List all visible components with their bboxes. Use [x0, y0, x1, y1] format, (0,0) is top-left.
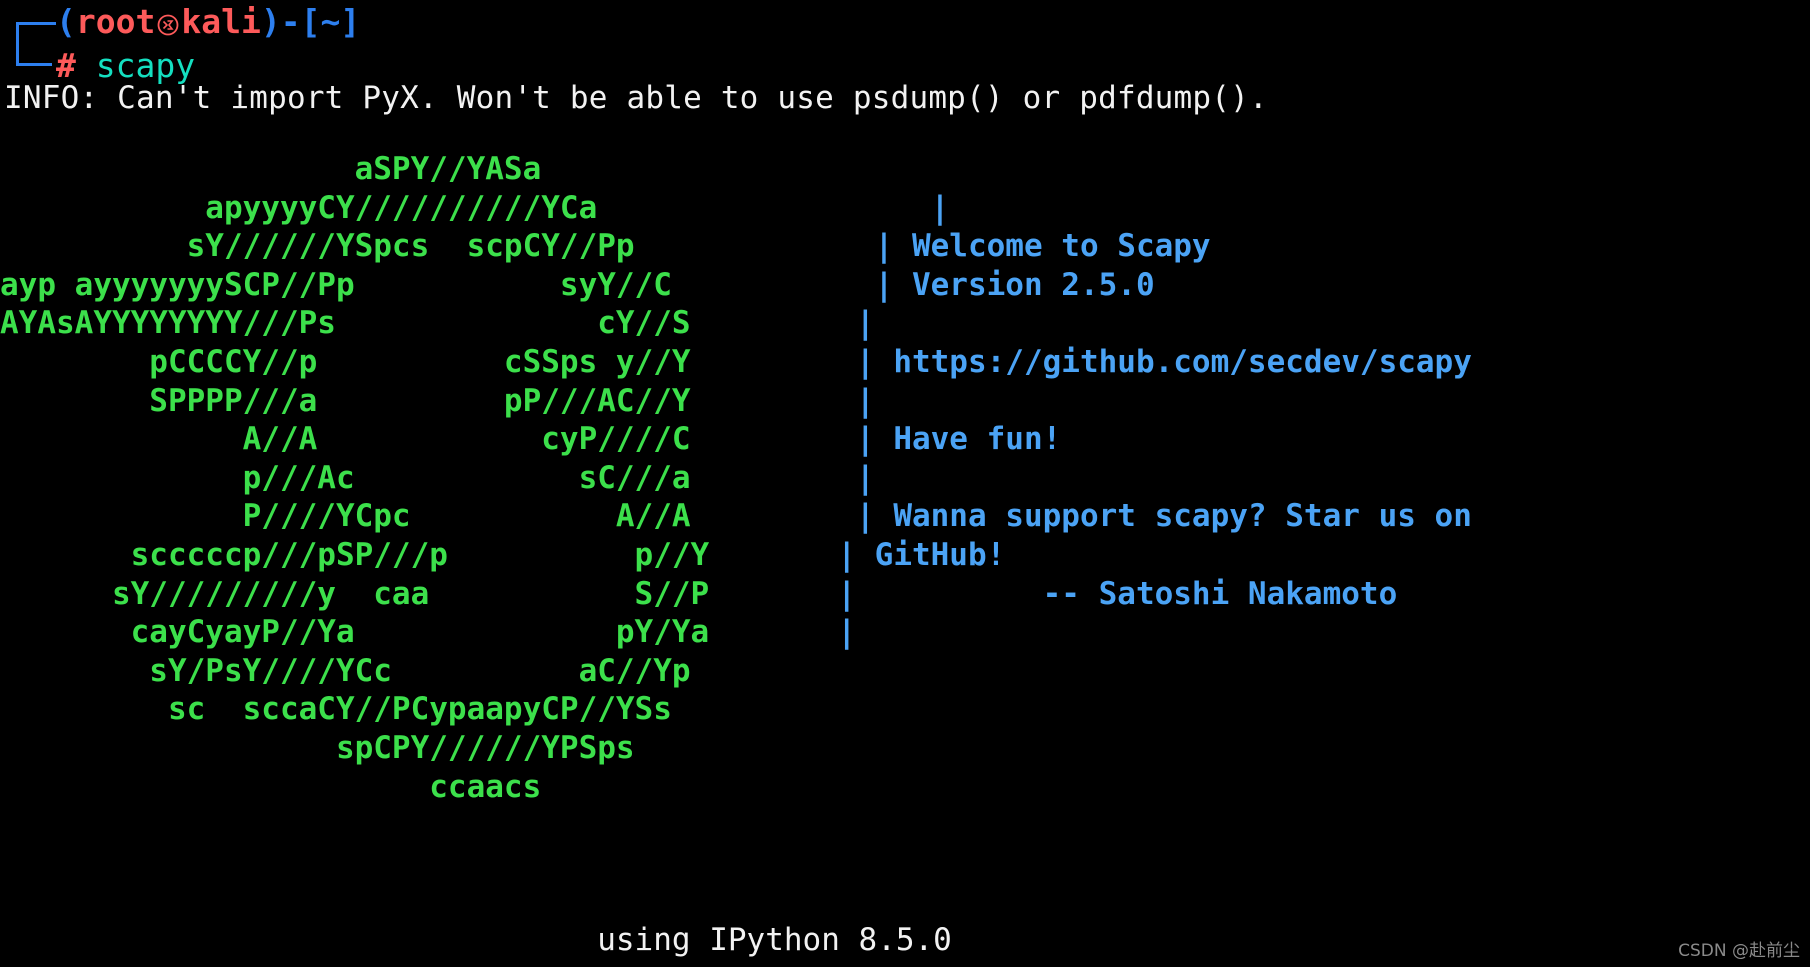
banner-ascii-art: sY/PsY////YCc aC//Yp	[0, 652, 691, 689]
banner-ascii-art: p///Ac sC///a	[0, 459, 691, 496]
banner-side-text: | -- Satoshi Nakamoto	[800, 575, 1398, 612]
banner-ascii-art: ayp ayyyyyyySCP//Pp syY//C	[0, 266, 672, 303]
banner-side-text: |	[800, 459, 875, 496]
banner-row: aSPY//YASa	[0, 150, 1472, 189]
prompt-corner-top-icon	[0, 0, 56, 46]
prompt-open-paren: (	[56, 2, 76, 41]
banner-ascii-art: apyyyyCY//////////YCa	[0, 189, 598, 226]
banner-side-text: | https://github.com/secdev/scapy	[800, 343, 1472, 380]
banner-ascii-art: scccccp///pSP///p p//Y	[0, 536, 710, 573]
prompt-host: kali	[181, 2, 261, 41]
kali-dragon-icon	[156, 4, 180, 36]
banner-row: sc sccaCY//PCypaapyCP//YSs	[0, 690, 1472, 729]
banner-row: scccccp///pSP///p p//Y | GitHub!	[0, 536, 1472, 575]
banner-side-text: | Have fun!	[800, 421, 1062, 458]
banner-row: cayCyayP//Ya pY/Ya |	[0, 613, 1472, 652]
banner-ascii-art: SPPPP///a pP///AC//Y	[0, 382, 691, 419]
banner-ascii-art: A//A cyP////C	[0, 421, 691, 458]
banner-ascii-art: spCPY//////YPSps	[0, 729, 635, 766]
banner-row: ayp ayyyyyyySCP//Pp syY//C | Version 2.5…	[0, 266, 1472, 305]
banner-row: ccaacs	[0, 768, 1472, 807]
banner-row: SPPPP///a pP///AC//Y |	[0, 382, 1472, 421]
ipython-version-line: using IPython 8.5.0	[0, 922, 952, 958]
banner-row: pCCCCY//p cSSps y//Y | https://github.co…	[0, 343, 1472, 382]
banner-row: sY/////////y caa S//P | -- Satoshi Nakam…	[0, 575, 1472, 614]
banner-side-text: | Version 2.5.0	[800, 266, 1155, 303]
banner-side-text: | Wanna support scapy? Star us on	[800, 498, 1472, 535]
banner-row: p///Ac sC///a |	[0, 459, 1472, 498]
banner-side-text: | Welcome to Scapy	[800, 228, 1211, 265]
banner-ascii-art: ccaacs	[0, 768, 542, 805]
prompt-path-close: ]	[340, 2, 361, 41]
csdn-watermark: CSDN @赴前尘	[1678, 941, 1800, 961]
banner-ascii-art: aSPY//YASa	[0, 151, 542, 187]
banner-ascii-art: sY/////////y caa S//P	[0, 575, 710, 612]
shell-prompt-block: (root kali)-[~] # scapy	[0, 0, 1810, 88]
banner-row: sY//////YSpcs scpCY//Pp | Welcome to Sca…	[0, 227, 1472, 266]
prompt-close-paren: )	[260, 2, 281, 41]
banner-side-text: |	[800, 189, 950, 226]
banner-row: spCPY//////YPSps	[0, 729, 1472, 768]
banner-row: sY/PsY////YCc aC//Yp	[0, 652, 1472, 691]
prompt-path-open: [	[300, 2, 321, 41]
banner-row: A//A cyP////C | Have fun!	[0, 420, 1472, 459]
banner-ascii-art: AYAsAYYYYYYYY///Ps cY//S	[0, 305, 691, 342]
info-message: INFO: Can't import PyX. Won't be able to…	[4, 80, 1268, 116]
terminal-window: (root kali)-[~] # scapy INFO: Can't impor…	[0, 0, 1810, 967]
banner-side-text: |	[800, 305, 875, 342]
banner-ascii-art: P////YCpc A//A	[0, 498, 691, 535]
banner-row: apyyyyCY//////////YCa |	[0, 189, 1472, 228]
banner-row: AYAsAYYYYYYYY///Ps cY//S |	[0, 304, 1472, 343]
banner-side-text: | GitHub!	[800, 536, 1006, 573]
banner-side-text: |	[800, 614, 856, 651]
prompt-user: root	[75, 2, 156, 41]
banner-row: P////YCpc A//A | Wanna support scapy? St…	[0, 497, 1472, 536]
banner-side-text: |	[800, 382, 875, 419]
prompt-dash: -	[280, 2, 301, 41]
scapy-banner: aSPY//YASa apyyyyCY//////////YCa | sY///…	[0, 150, 1472, 806]
banner-ascii-art: pCCCCY//p cSSps y//Y	[0, 343, 691, 380]
banner-ascii-art: cayCyayP//Ya pY/Ya	[0, 614, 710, 651]
prompt-path: ~	[320, 2, 341, 41]
banner-ascii-art: sY//////YSpcs scpCY//Pp	[0, 228, 635, 265]
prompt-line-1: (root kali)-[~]	[0, 0, 1810, 46]
banner-ascii-art: sc sccaCY//PCypaapyCP//YSs	[0, 691, 672, 728]
